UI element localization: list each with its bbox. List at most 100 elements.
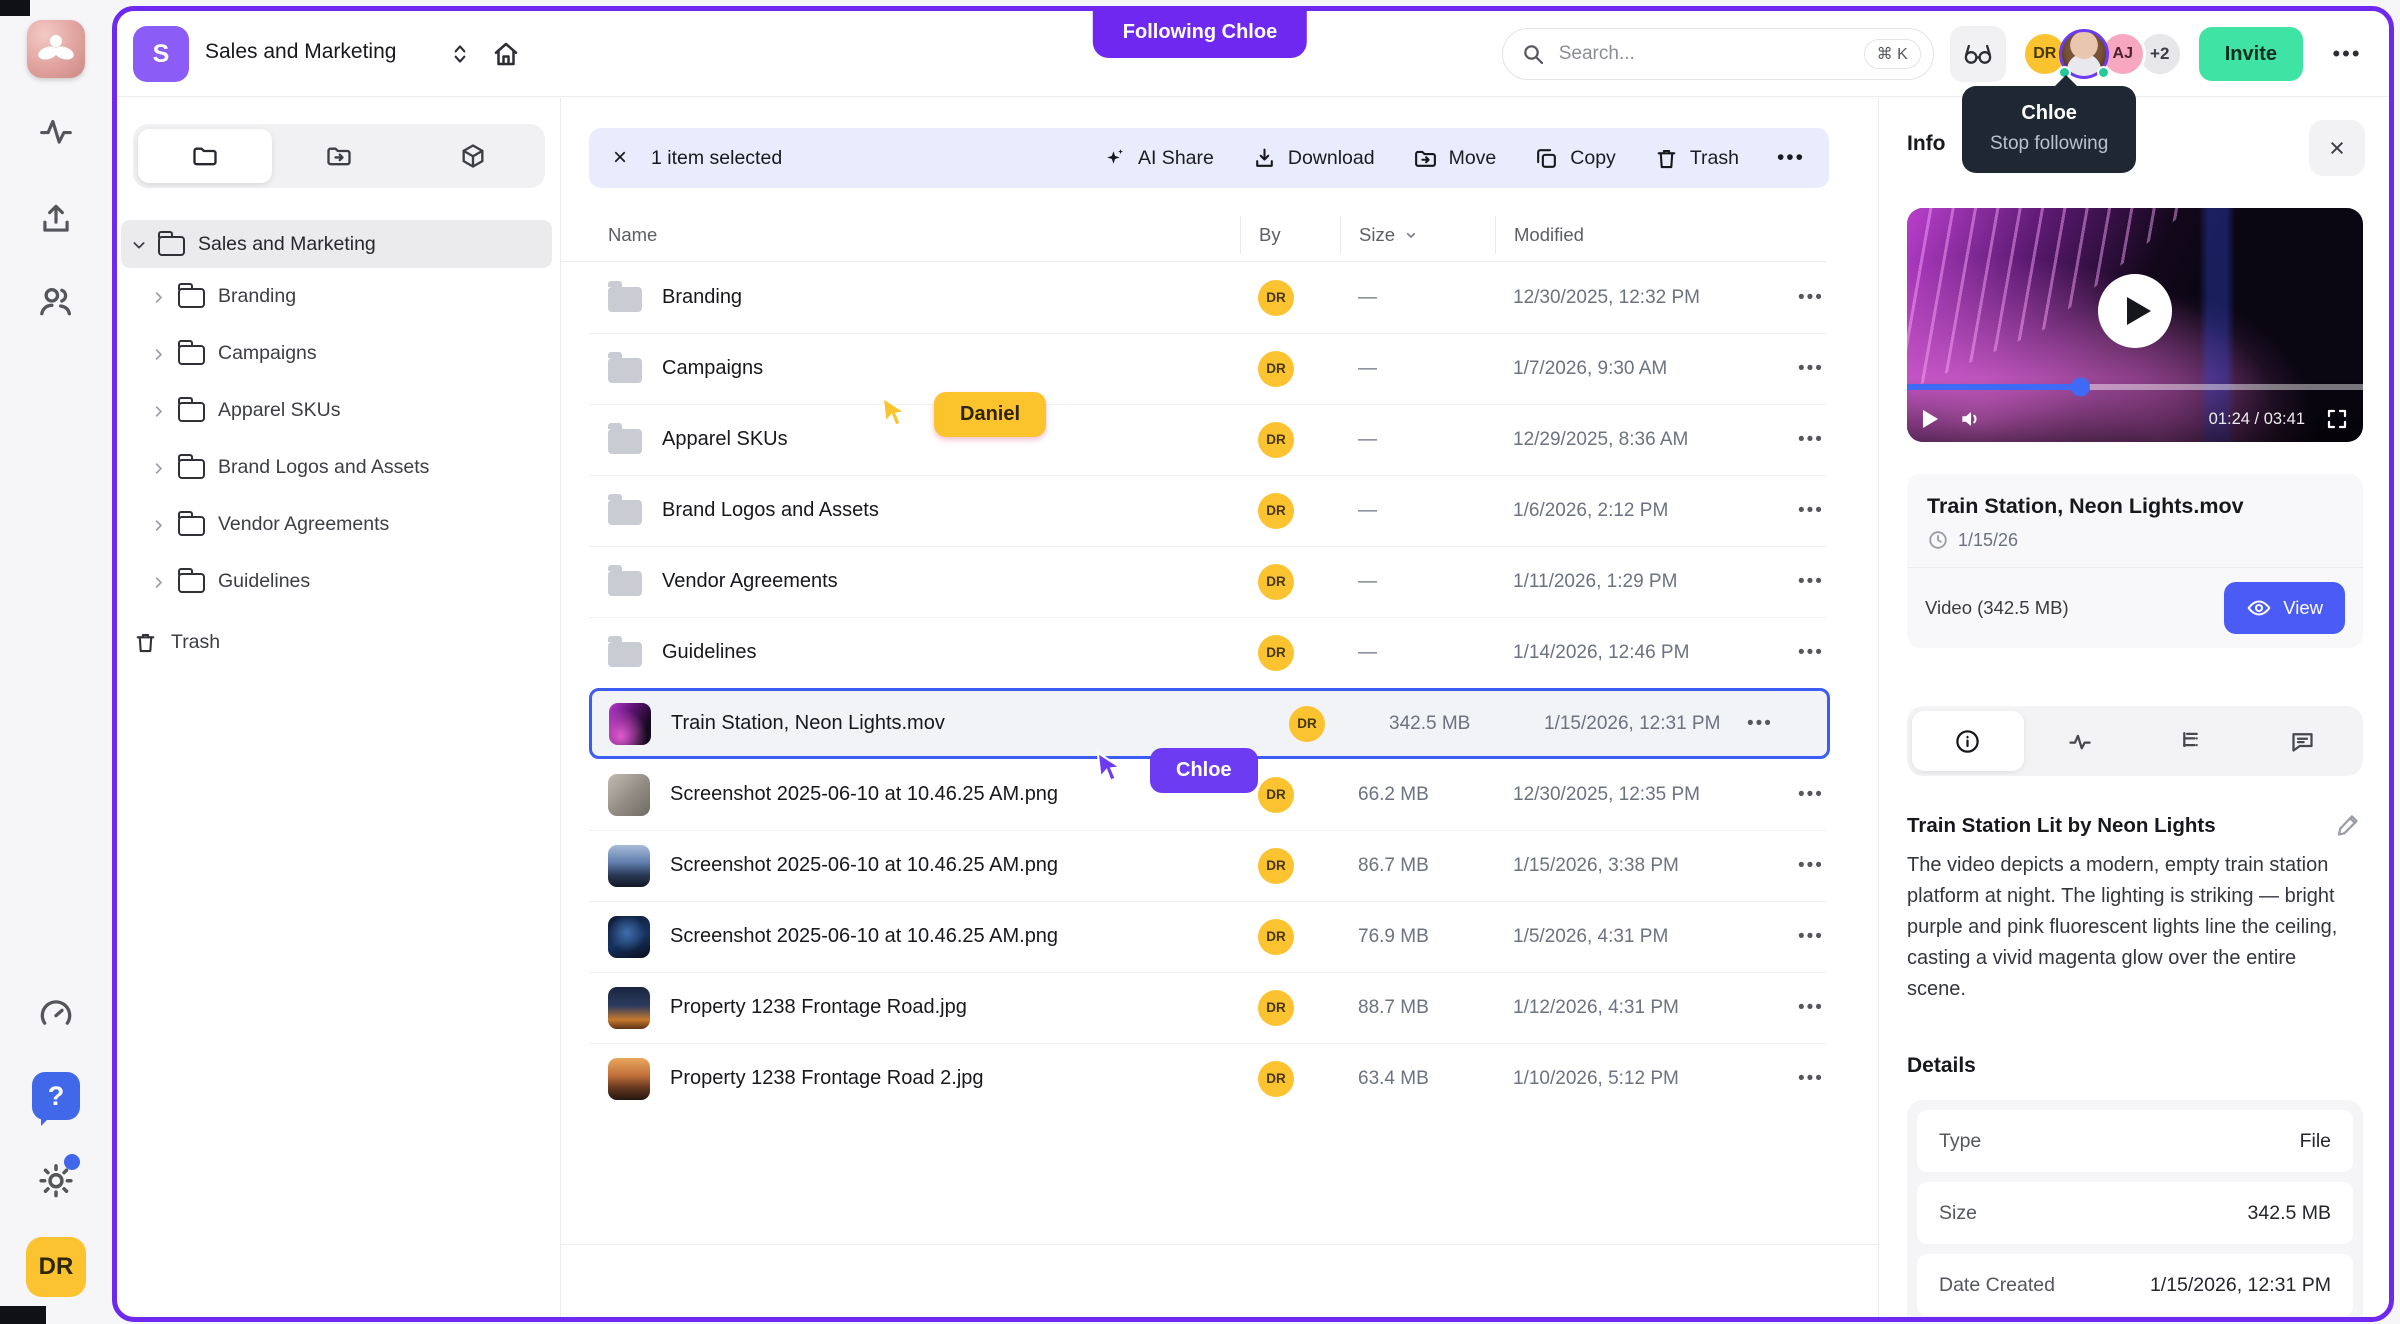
row-menu-button[interactable]: ••• <box>1774 358 1878 380</box>
toolbar-more-button[interactable]: ••• <box>1777 146 1805 170</box>
workspace-badge[interactable]: S <box>133 26 189 82</box>
avatar-chloe[interactable] <box>2059 29 2109 79</box>
tree-root-sales-and-marketing[interactable]: Sales and Marketing <box>121 220 552 268</box>
table-row[interactable]: Property 1238 Frontage Road 2.jpgDR63.4 … <box>561 1043 1878 1114</box>
sidebar-item-guidelines[interactable]: Guidelines <box>121 553 552 610</box>
following-banner[interactable]: Following Chloe <box>1093 9 1307 58</box>
row-menu-button[interactable]: ••• <box>1774 429 1878 451</box>
download-button[interactable]: Download <box>1252 146 1375 171</box>
row-menu-button[interactable]: ••• <box>1774 1068 1878 1090</box>
play-icon[interactable] <box>1923 410 1938 428</box>
row-menu-button[interactable]: ••• <box>1774 287 1878 309</box>
column-modified[interactable]: Modified <box>1495 216 1826 254</box>
owner-badge: DR <box>1258 919 1294 955</box>
table-row[interactable]: Brand Logos and AssetsDR—1/6/2026, 2:12 … <box>561 475 1878 546</box>
row-menu-button[interactable]: ••• <box>1774 855 1878 877</box>
search-box[interactable]: ⌘ K <box>1502 28 1934 80</box>
home-icon[interactable] <box>491 39 521 69</box>
sidebar-item-vendor-agreements[interactable]: Vendor Agreements <box>121 496 552 553</box>
column-name[interactable]: Name <box>561 216 1240 254</box>
table-row[interactable]: BrandingDR—12/30/2025, 12:32 PM••• <box>561 262 1878 333</box>
table-row[interactable]: CampaignsDR—1/7/2026, 9:30 AM••• <box>561 333 1878 404</box>
observe-mode-button[interactable] <box>1950 26 2006 82</box>
invite-button[interactable]: Invite <box>2199 27 2303 81</box>
detail-row-type: TypeFile <box>1917 1110 2353 1172</box>
tab-assets[interactable] <box>406 129 540 183</box>
file-name: Train Station, Neon Lights.mov <box>671 712 945 735</box>
play-button[interactable] <box>2098 274 2172 348</box>
close-panel-button[interactable]: × <box>2309 120 2365 176</box>
row-menu-button[interactable]: ••• <box>1774 997 1878 1019</box>
tab-shared[interactable] <box>272 129 406 183</box>
gauge-icon[interactable] <box>36 994 76 1034</box>
file-name: Campaigns <box>662 357 763 380</box>
sidebar-item-campaigns[interactable]: Campaigns <box>121 325 552 382</box>
detail-value: 342.5 MB <box>2248 1202 2331 1225</box>
workspace-switcher-icon[interactable] <box>447 41 473 67</box>
activity-icon[interactable] <box>37 112 75 150</box>
view-button[interactable]: View <box>2224 582 2345 634</box>
ai-share-button[interactable]: AI Share <box>1102 146 1214 171</box>
description-body: The video depicts a modern, empty train … <box>1907 850 2343 1005</box>
presence-avatars: DR AJ +2 <box>2022 29 2183 79</box>
tooltip-user-name: Chloe <box>1990 102 2108 125</box>
app-logo[interactable] <box>27 20 85 78</box>
row-menu-button[interactable]: ••• <box>1774 926 1878 948</box>
move-button[interactable]: Move <box>1413 146 1497 171</box>
table-row[interactable]: Vendor AgreementsDR—1/11/2026, 1:29 PM••… <box>561 546 1878 617</box>
copy-button[interactable]: Copy <box>1534 146 1616 171</box>
sidebar-item-brand-logos-and-assets[interactable]: Brand Logos and Assets <box>121 439 552 496</box>
table-row[interactable]: Screenshot 2025-06-10 at 10.46.25 AM.png… <box>561 830 1878 901</box>
fullscreen-icon[interactable] <box>2325 407 2349 431</box>
search-input[interactable] <box>1557 42 1852 66</box>
by-cell: DR <box>1240 848 1340 884</box>
file-rows: BrandingDR—12/30/2025, 12:32 PM•••Campai… <box>561 262 1878 1114</box>
video-preview[interactable]: 01:24 / 03:41 <box>1907 208 2363 442</box>
column-by[interactable]: By <box>1240 216 1340 254</box>
column-size[interactable]: Size <box>1340 216 1495 254</box>
table-row[interactable]: Apparel SKUsDR—12/29/2025, 8:36 AM••• <box>561 404 1878 475</box>
tab-metadata[interactable] <box>2135 711 2247 771</box>
help-icon[interactable]: ? <box>32 1072 80 1120</box>
topbar-more-button[interactable]: ••• <box>2319 26 2375 82</box>
tab-activity[interactable] <box>2024 711 2136 771</box>
avatar-initials: DR <box>2033 45 2056 63</box>
settings-icon[interactable] <box>35 1158 77 1200</box>
folder-icon <box>608 642 642 667</box>
owner-badge: DR <box>1258 422 1294 458</box>
follow-tooltip[interactable]: Chloe Stop following <box>1962 86 2136 173</box>
table-row[interactable]: GuidelinesDR—1/14/2026, 12:46 PM••• <box>561 617 1878 688</box>
edit-description-icon[interactable] <box>2335 810 2363 838</box>
upload-icon[interactable] <box>37 200 75 238</box>
chevron-right-icon <box>151 290 165 304</box>
file-name: Vendor Agreements <box>662 570 838 593</box>
by-cell: DR <box>1240 422 1340 458</box>
table-row[interactable]: Property 1238 Frontage Road.jpgDR88.7 MB… <box>561 972 1878 1043</box>
table-row[interactable]: Screenshot 2025-06-10 at 10.46.25 AM.png… <box>561 901 1878 972</box>
row-menu-button[interactable]: ••• <box>1774 571 1878 593</box>
volume-icon[interactable] <box>1958 406 1984 432</box>
by-cell: DR <box>1240 919 1340 955</box>
people-icon[interactable] <box>36 282 76 322</box>
detail-row-date-created: Date Created1/15/2026, 12:31 PM <box>1917 1254 2353 1316</box>
clear-selection-button[interactable]: × <box>613 146 627 170</box>
trash-button[interactable]: Trash <box>1654 146 1739 171</box>
sidebar-item-branding[interactable]: Branding <box>121 268 552 325</box>
detail-value: File <box>2300 1130 2331 1153</box>
chevron-right-icon <box>151 404 165 418</box>
tab-folders[interactable] <box>138 129 272 183</box>
video-progress-bar[interactable] <box>1907 384 2363 390</box>
row-menu-button[interactable]: ••• <box>1723 713 1827 735</box>
tab-info[interactable] <box>1912 711 2024 771</box>
sidebar-item-apparel-skus[interactable]: Apparel SKUs <box>121 382 552 439</box>
row-menu-button[interactable]: ••• <box>1774 642 1878 664</box>
size-cell: 76.9 MB <box>1340 926 1495 948</box>
row-menu-button[interactable]: ••• <box>1774 500 1878 522</box>
tab-comments[interactable] <box>2247 711 2359 771</box>
size-cell: — <box>1340 287 1495 309</box>
chevron-right-icon <box>151 347 165 361</box>
row-menu-button[interactable]: ••• <box>1774 784 1878 806</box>
sidebar-item-trash[interactable]: Trash <box>121 614 552 671</box>
file-name-cell: Screenshot 2025-06-10 at 10.46.25 AM.png <box>561 774 1240 816</box>
user-avatar[interactable]: DR <box>26 1237 86 1297</box>
